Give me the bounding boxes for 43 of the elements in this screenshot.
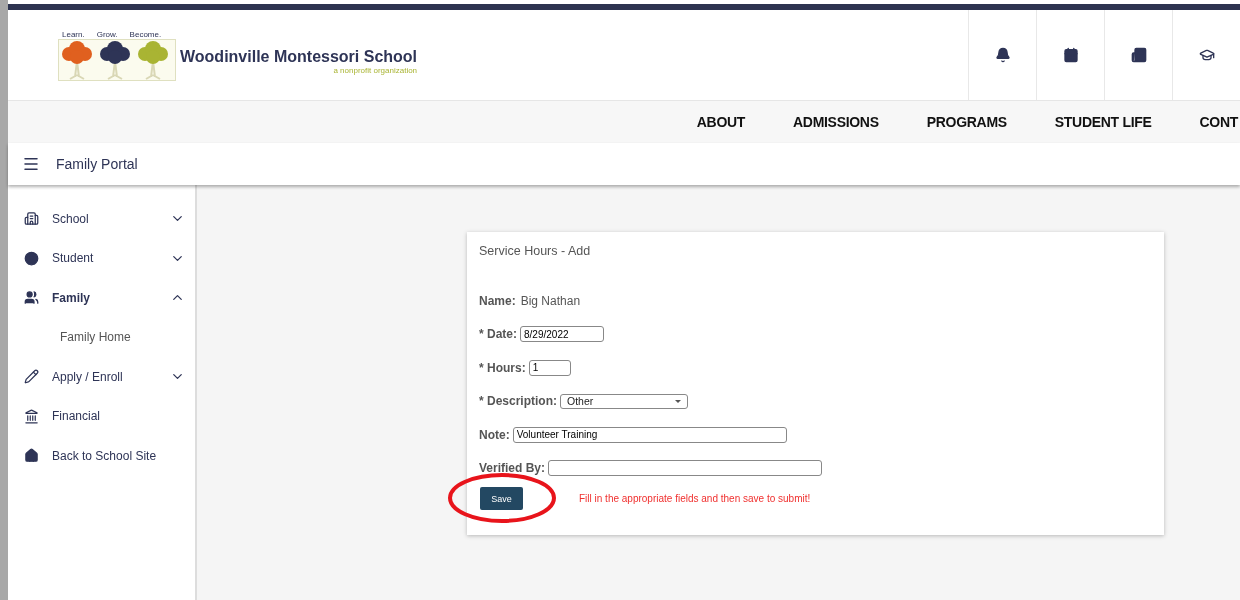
field-label: Note:	[479, 427, 510, 442]
input-field[interactable]	[548, 460, 823, 477]
field-label: Verified By:	[479, 461, 546, 476]
form-hint: Fill in the appropriate fields and then save to submit!	[579, 493, 811, 504]
input-field[interactable]: Volunteer Training	[512, 426, 787, 443]
save-button[interactable]: Save	[480, 487, 523, 510]
sidebar-item[interactable]: School	[8, 199, 195, 239]
form-title: Service Hours - Add	[479, 244, 592, 258]
logo-subtitle: a nonprofit organization	[333, 65, 418, 75]
sidebar-item[interactable]: Apply / Enroll	[8, 357, 195, 397]
logo-tagline: Become.	[129, 29, 162, 39]
logo-tagline: Grow.	[96, 29, 118, 39]
graduation-cap-icon	[1198, 47, 1215, 63]
home-icon	[24, 448, 39, 464]
input-field[interactable]: 8/29/2022	[520, 326, 604, 343]
field-label: * Date:	[479, 327, 517, 342]
nav-link[interactable]: ADMISSIONS	[793, 114, 879, 130]
menu-icon[interactable]	[22, 155, 40, 173]
notification-bell-icon	[994, 47, 1011, 63]
pencil-icon	[24, 369, 39, 385]
sidebar-item[interactable]: Student	[8, 238, 195, 278]
field-label: * Hours:	[479, 360, 526, 375]
sidebar-item[interactable]: Back to School Site	[8, 436, 195, 476]
sidebar-subitem[interactable]: Family Home	[8, 317, 195, 357]
description-dropdown[interactable]: Other	[560, 393, 688, 409]
input-field[interactable]: 1	[528, 359, 571, 376]
bank-icon	[24, 408, 39, 424]
field-label: * Description:	[479, 394, 557, 409]
sidebar-item[interactable]: Family	[8, 278, 195, 318]
sidebar-item[interactable]: Financial	[8, 396, 195, 436]
dropdown-caret-icon	[675, 399, 681, 403]
name-value: Big Nathan	[520, 293, 581, 308]
school-name: Woodinville Montessori School	[180, 47, 418, 66]
building-icon	[24, 211, 39, 227]
people-icon	[24, 290, 39, 306]
logo-tagline: Learn.	[62, 29, 85, 39]
nav-link[interactable]: CONT	[1199, 114, 1238, 130]
nav-link[interactable]: STUDENT LIFE	[1054, 114, 1152, 130]
nav-link[interactable]: ABOUT	[696, 114, 746, 130]
field-label: Name:	[479, 293, 516, 308]
calendar-icon	[1062, 47, 1079, 63]
portal-title: Family Portal	[56, 156, 138, 172]
nav-link[interactable]: PROGRAMS	[926, 114, 1007, 130]
